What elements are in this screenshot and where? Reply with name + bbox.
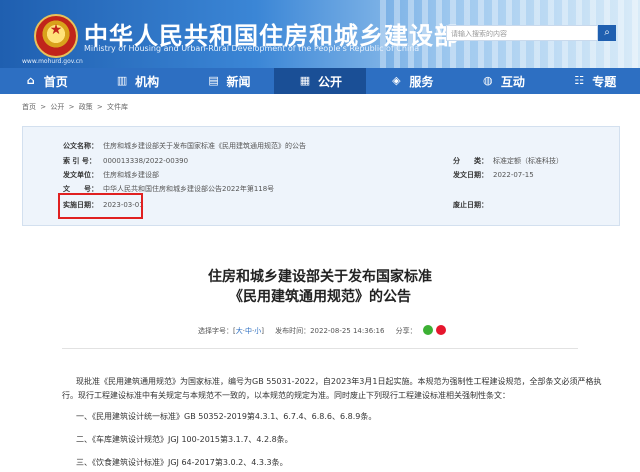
doc-name-value: 住房和城乡建设部关于发布国家标准《民用建筑通用规范》的公告	[103, 142, 306, 150]
category-row: 分 类： 标准定额（标准科技）	[453, 156, 563, 166]
main-nav: ⌂ 首页 ▥ 机构 ▤ 新闻 ▦ 公开 ◈ 服务 ◍ 互动 ☷ 专题	[0, 68, 640, 94]
breadcrumb-public[interactable]: 公开	[50, 103, 64, 111]
font-size-end: ]	[261, 327, 264, 335]
nav-label: 服务	[409, 74, 434, 89]
category-value: 标准定额（标准科技）	[493, 157, 563, 165]
index-row: 索 引 号： 000013338/2022-00390	[63, 156, 188, 166]
home-icon: ⌂	[26, 74, 35, 87]
nav-item-organization[interactable]: ▥ 机构	[91, 68, 182, 94]
org-value: 住房和城乡建设部	[103, 171, 159, 179]
weibo-share-icon[interactable]	[436, 325, 446, 335]
nav-label: 首页	[43, 74, 68, 89]
list-item-1: 一、《民用建筑设计统一标准》GB 50352-2019第4.3.1、6.7.4、…	[76, 412, 377, 421]
article-title-line-2: 《民用建筑通用规范》的公告	[229, 289, 411, 305]
breadcrumb-separator: >	[40, 103, 47, 111]
list-item-3: 三、《饮食建筑设计标准》JGJ 64-2017第3.0.2、4.3.3条。	[76, 458, 288, 467]
article-meta: 选择字号：[大·中·小] 发布时间：2022-08-25 14:36:16 分享…	[198, 327, 417, 335]
chat-icon: ◍	[483, 74, 493, 87]
breadcrumb-separator: >	[96, 103, 103, 111]
publish-time: 发布时间：2022-08-25 14:36:16	[275, 327, 385, 335]
category-label: 分 类：	[453, 157, 488, 165]
nav-item-topics[interactable]: ☷ 专题	[549, 68, 640, 94]
highlight-box	[58, 193, 143, 219]
nav-label: 机构	[135, 74, 160, 89]
search-input[interactable]: 请输入搜索的内容	[446, 25, 598, 41]
nav-item-home[interactable]: ⌂ 首页	[0, 68, 91, 94]
list-item-2: 二、《车库建筑设计规范》JGJ 100-2015第3.1.7、4.2.8条。	[76, 435, 293, 444]
font-size-label: 选择字号：[	[198, 327, 236, 335]
share-buttons	[423, 325, 446, 335]
index-value: 000013338/2022-00390	[103, 157, 189, 165]
national-emblem-icon	[34, 14, 78, 58]
share-label: 分享：	[395, 327, 417, 335]
site-header: 中华人民共和国住房和城乡建设部 Ministry of Housing and …	[0, 0, 640, 68]
building-icon: ▥	[116, 74, 128, 87]
nav-item-public[interactable]: ▦ 公开	[274, 68, 366, 94]
org-label: 发文单位：	[63, 171, 98, 179]
paragraph-1-line-1: 现批准《民用建筑通用规范》为国家标准，编号为GB 55031-2022，自202…	[76, 377, 602, 386]
nav-item-news[interactable]: ▤ 新闻	[183, 68, 274, 94]
docno-value: 中华人民共和国住房和城乡建设部公告2022年第118号	[103, 185, 275, 193]
site-subtitle: Ministry of Housing and Urban-Rural Deve…	[84, 44, 420, 53]
org-row: 发文单位： 住房和城乡建设部	[63, 170, 159, 180]
nav-label: 互动	[500, 74, 525, 89]
nav-label: 新闻	[226, 74, 251, 89]
breadcrumb-library[interactable]: 文件库	[107, 103, 128, 111]
abolish-date-label: 废止日期：	[453, 201, 488, 209]
index-label: 索 引 号：	[63, 157, 96, 165]
service-icon: ◈	[392, 74, 401, 87]
breadcrumb: 首页 > 公开 > 政策 > 文件库	[22, 102, 130, 112]
date-row: 发文日期： 2022-07-15	[453, 170, 534, 180]
site-url: www.mohurd.gov.cn	[22, 58, 83, 65]
search-button[interactable]: ⌕	[598, 25, 616, 41]
document-info-panel: 公文名称： 住房和城乡建设部关于发布国家标准《民用建筑通用规范》的公告 索 引 号…	[22, 126, 620, 226]
news-icon: ▤	[208, 74, 219, 87]
nav-label: 专题	[592, 74, 617, 89]
breadcrumb-policy[interactable]: 政策	[79, 103, 93, 111]
divider	[62, 348, 578, 349]
font-medium-link[interactable]: 中	[245, 327, 252, 335]
document-icon: ▦	[299, 74, 311, 87]
breadcrumb-separator: >	[68, 103, 75, 111]
article-title-line-1: 住房和城乡建设部关于发布国家标准	[208, 269, 432, 285]
date-label: 发文日期：	[453, 171, 488, 179]
date-value: 2022-07-15	[493, 171, 534, 179]
nav-label: 公开	[317, 74, 342, 89]
doc-name-row: 公文名称： 住房和城乡建设部关于发布国家标准《民用建筑通用规范》的公告	[63, 141, 306, 151]
wechat-share-icon[interactable]	[423, 325, 433, 335]
nav-item-interaction[interactable]: ◍ 互动	[457, 68, 548, 94]
abolish-date-row: 废止日期：	[453, 200, 493, 210]
nav-item-service[interactable]: ◈ 服务	[366, 68, 457, 94]
font-large-link[interactable]: 大	[236, 327, 243, 335]
paragraph-1-line-2: 行。现行工程建设标准中有关规定与本规范不一致的，以本规范的规定为准。同时废止下列…	[62, 391, 510, 400]
topic-icon: ☷	[574, 74, 585, 87]
search-icon: ⌕	[604, 27, 610, 38]
breadcrumb-home[interactable]: 首页	[22, 103, 36, 111]
doc-name-label: 公文名称：	[63, 142, 98, 150]
